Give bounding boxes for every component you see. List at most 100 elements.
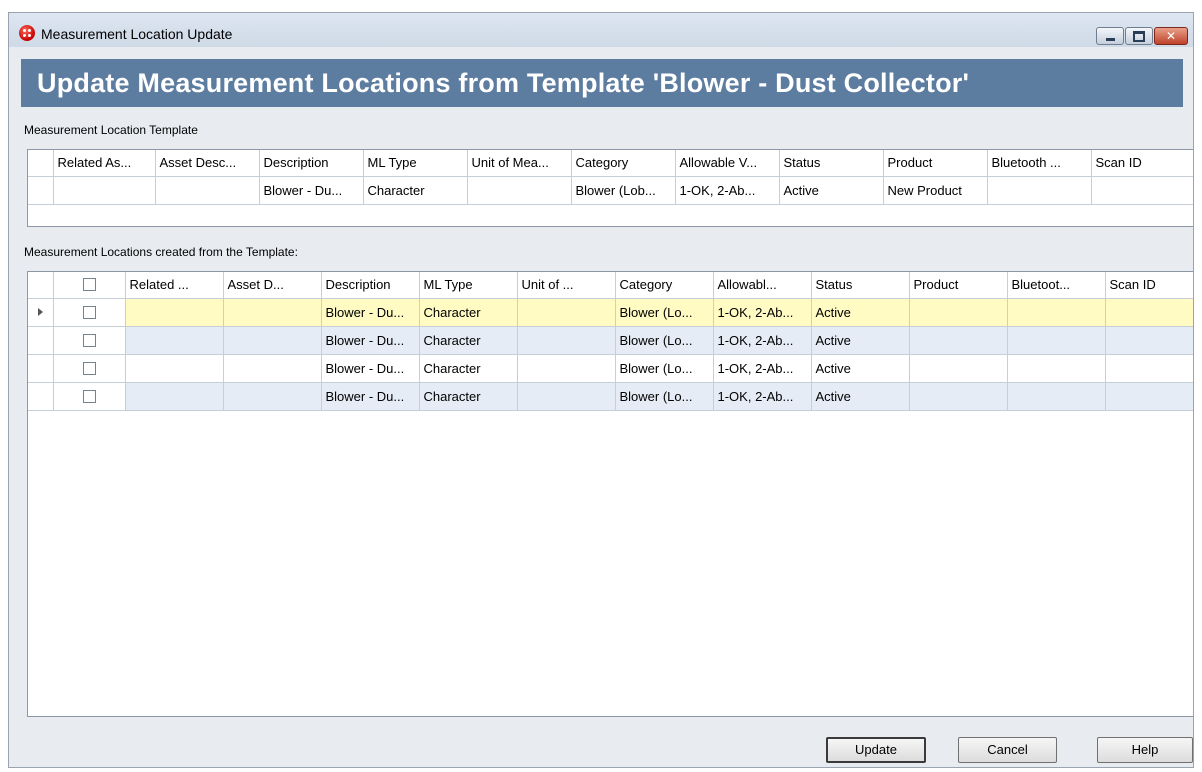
column-header[interactable]: Product — [909, 272, 1008, 299]
table-cell[interactable]: Blower - Du... — [321, 354, 420, 383]
table-cell[interactable]: 1-OK, 2-Ab... — [713, 382, 812, 411]
table-cell[interactable] — [517, 298, 616, 327]
row-checkbox[interactable] — [82, 389, 96, 403]
table-cell[interactable]: Blower (Lo... — [615, 382, 714, 411]
row-checkbox-cell[interactable] — [53, 326, 126, 355]
table-cell[interactable]: Blower (Lob... — [571, 176, 676, 205]
row-checkbox-cell[interactable] — [53, 298, 126, 327]
column-header[interactable]: Description — [321, 272, 420, 299]
table-cell[interactable] — [517, 326, 616, 355]
table-cell[interactable] — [223, 326, 322, 355]
table-row[interactable]: Blower - Du... Character Blower (Lob... … — [28, 176, 1193, 205]
table-cell[interactable] — [223, 354, 322, 383]
table-cell[interactable] — [909, 326, 1008, 355]
table-cell[interactable]: Character — [363, 176, 468, 205]
table-cell[interactable] — [1007, 298, 1106, 327]
row-selector[interactable] — [28, 382, 54, 411]
column-header[interactable]: Asset Desc... — [155, 150, 260, 177]
update-button[interactable]: Update — [826, 737, 926, 763]
cancel-button[interactable]: Cancel — [958, 737, 1057, 763]
column-header[interactable]: Asset D... — [223, 272, 322, 299]
table-cell[interactable] — [909, 354, 1008, 383]
select-all-checkbox-cell[interactable] — [53, 272, 126, 299]
table-cell[interactable]: Active — [811, 382, 910, 411]
template-grid[interactable]: Related As... Asset Desc... Description … — [27, 149, 1193, 227]
table-cell[interactable] — [1007, 326, 1106, 355]
table-cell[interactable]: 1-OK, 2-Ab... — [713, 326, 812, 355]
table-row[interactable]: Blower - Du... Character Blower (Lo... 1… — [28, 298, 1193, 327]
select-all-checkbox[interactable] — [82, 278, 96, 292]
title-bar[interactable]: Measurement Location Update ✕ — [9, 13, 1193, 47]
column-header[interactable]: Description — [259, 150, 364, 177]
table-cell[interactable] — [467, 176, 572, 205]
table-cell[interactable]: 1-OK, 2-Ab... — [713, 298, 812, 327]
column-header[interactable]: Related ... — [125, 272, 224, 299]
row-selector[interactable] — [28, 298, 54, 327]
row-checkbox[interactable] — [82, 361, 96, 375]
table-cell[interactable] — [125, 298, 224, 327]
table-cell[interactable] — [125, 382, 224, 411]
table-cell[interactable] — [1105, 326, 1193, 355]
table-cell[interactable]: Active — [811, 298, 910, 327]
table-cell[interactable]: Blower (Lo... — [615, 354, 714, 383]
table-cell[interactable] — [1007, 354, 1106, 383]
table-row[interactable]: Blower - Du... Character Blower (Lo... 1… — [28, 326, 1193, 355]
column-header[interactable]: Status — [811, 272, 910, 299]
table-cell[interactable] — [909, 382, 1008, 411]
table-cell[interactable]: Character — [419, 382, 518, 411]
table-cell[interactable] — [1105, 298, 1193, 327]
table-cell[interactable]: 1-OK, 2-Ab... — [713, 354, 812, 383]
row-selector[interactable] — [28, 354, 54, 383]
row-checkbox[interactable] — [82, 333, 96, 347]
table-cell[interactable] — [517, 354, 616, 383]
help-button[interactable]: Help — [1097, 737, 1193, 763]
row-checkbox-cell[interactable] — [53, 354, 126, 383]
table-cell[interactable] — [125, 354, 224, 383]
column-header[interactable]: Category — [571, 150, 676, 177]
column-header[interactable]: Allowable V... — [675, 150, 780, 177]
table-cell[interactable] — [1105, 354, 1193, 383]
table-cell[interactable]: 1-OK, 2-Ab... — [675, 176, 780, 205]
table-cell[interactable]: Blower - Du... — [321, 326, 420, 355]
table-cell[interactable]: Blower (Lo... — [615, 326, 714, 355]
table-cell[interactable] — [223, 298, 322, 327]
table-cell[interactable] — [1007, 382, 1106, 411]
table-cell[interactable] — [155, 176, 260, 205]
table-cell[interactable] — [53, 176, 156, 205]
column-header[interactable]: ML Type — [419, 272, 518, 299]
table-row[interactable]: Blower - Du... Character Blower (Lo... 1… — [28, 354, 1193, 383]
column-header[interactable]: Bluetooth ... — [987, 150, 1092, 177]
table-cell[interactable]: Active — [811, 326, 910, 355]
table-cell[interactable]: Active — [779, 176, 884, 205]
table-cell[interactable] — [223, 382, 322, 411]
column-header[interactable]: Scan ID — [1105, 272, 1193, 299]
table-cell[interactable]: Character — [419, 298, 518, 327]
table-cell[interactable] — [1091, 176, 1193, 205]
row-selector[interactable] — [28, 326, 54, 355]
column-header[interactable]: Product — [883, 150, 988, 177]
table-cell[interactable]: Blower - Du... — [321, 298, 420, 327]
row-selector[interactable] — [28, 176, 54, 205]
table-cell[interactable] — [125, 326, 224, 355]
table-cell[interactable]: Blower - Du... — [259, 176, 364, 205]
table-cell[interactable]: Character — [419, 326, 518, 355]
column-header[interactable]: Category — [615, 272, 714, 299]
table-cell[interactable] — [1105, 382, 1193, 411]
table-cell[interactable]: Blower - Du... — [321, 382, 420, 411]
row-checkbox[interactable] — [82, 305, 96, 319]
table-cell[interactable]: New Product — [883, 176, 988, 205]
column-header[interactable]: Bluetoot... — [1007, 272, 1106, 299]
column-header[interactable]: Scan ID — [1091, 150, 1193, 177]
table-row[interactable]: Blower - Du... Character Blower (Lo... 1… — [28, 382, 1193, 411]
row-checkbox-cell[interactable] — [53, 382, 126, 411]
table-cell[interactable]: Active — [811, 354, 910, 383]
table-cell[interactable]: Character — [419, 354, 518, 383]
table-cell[interactable] — [909, 298, 1008, 327]
close-button[interactable]: ✕ — [1154, 27, 1188, 45]
column-header[interactable]: Allowabl... — [713, 272, 812, 299]
table-cell[interactable] — [987, 176, 1092, 205]
column-header[interactable]: Related As... — [53, 150, 156, 177]
column-header[interactable]: Unit of Mea... — [467, 150, 572, 177]
column-header[interactable]: ML Type — [363, 150, 468, 177]
table-cell[interactable]: Blower (Lo... — [615, 298, 714, 327]
